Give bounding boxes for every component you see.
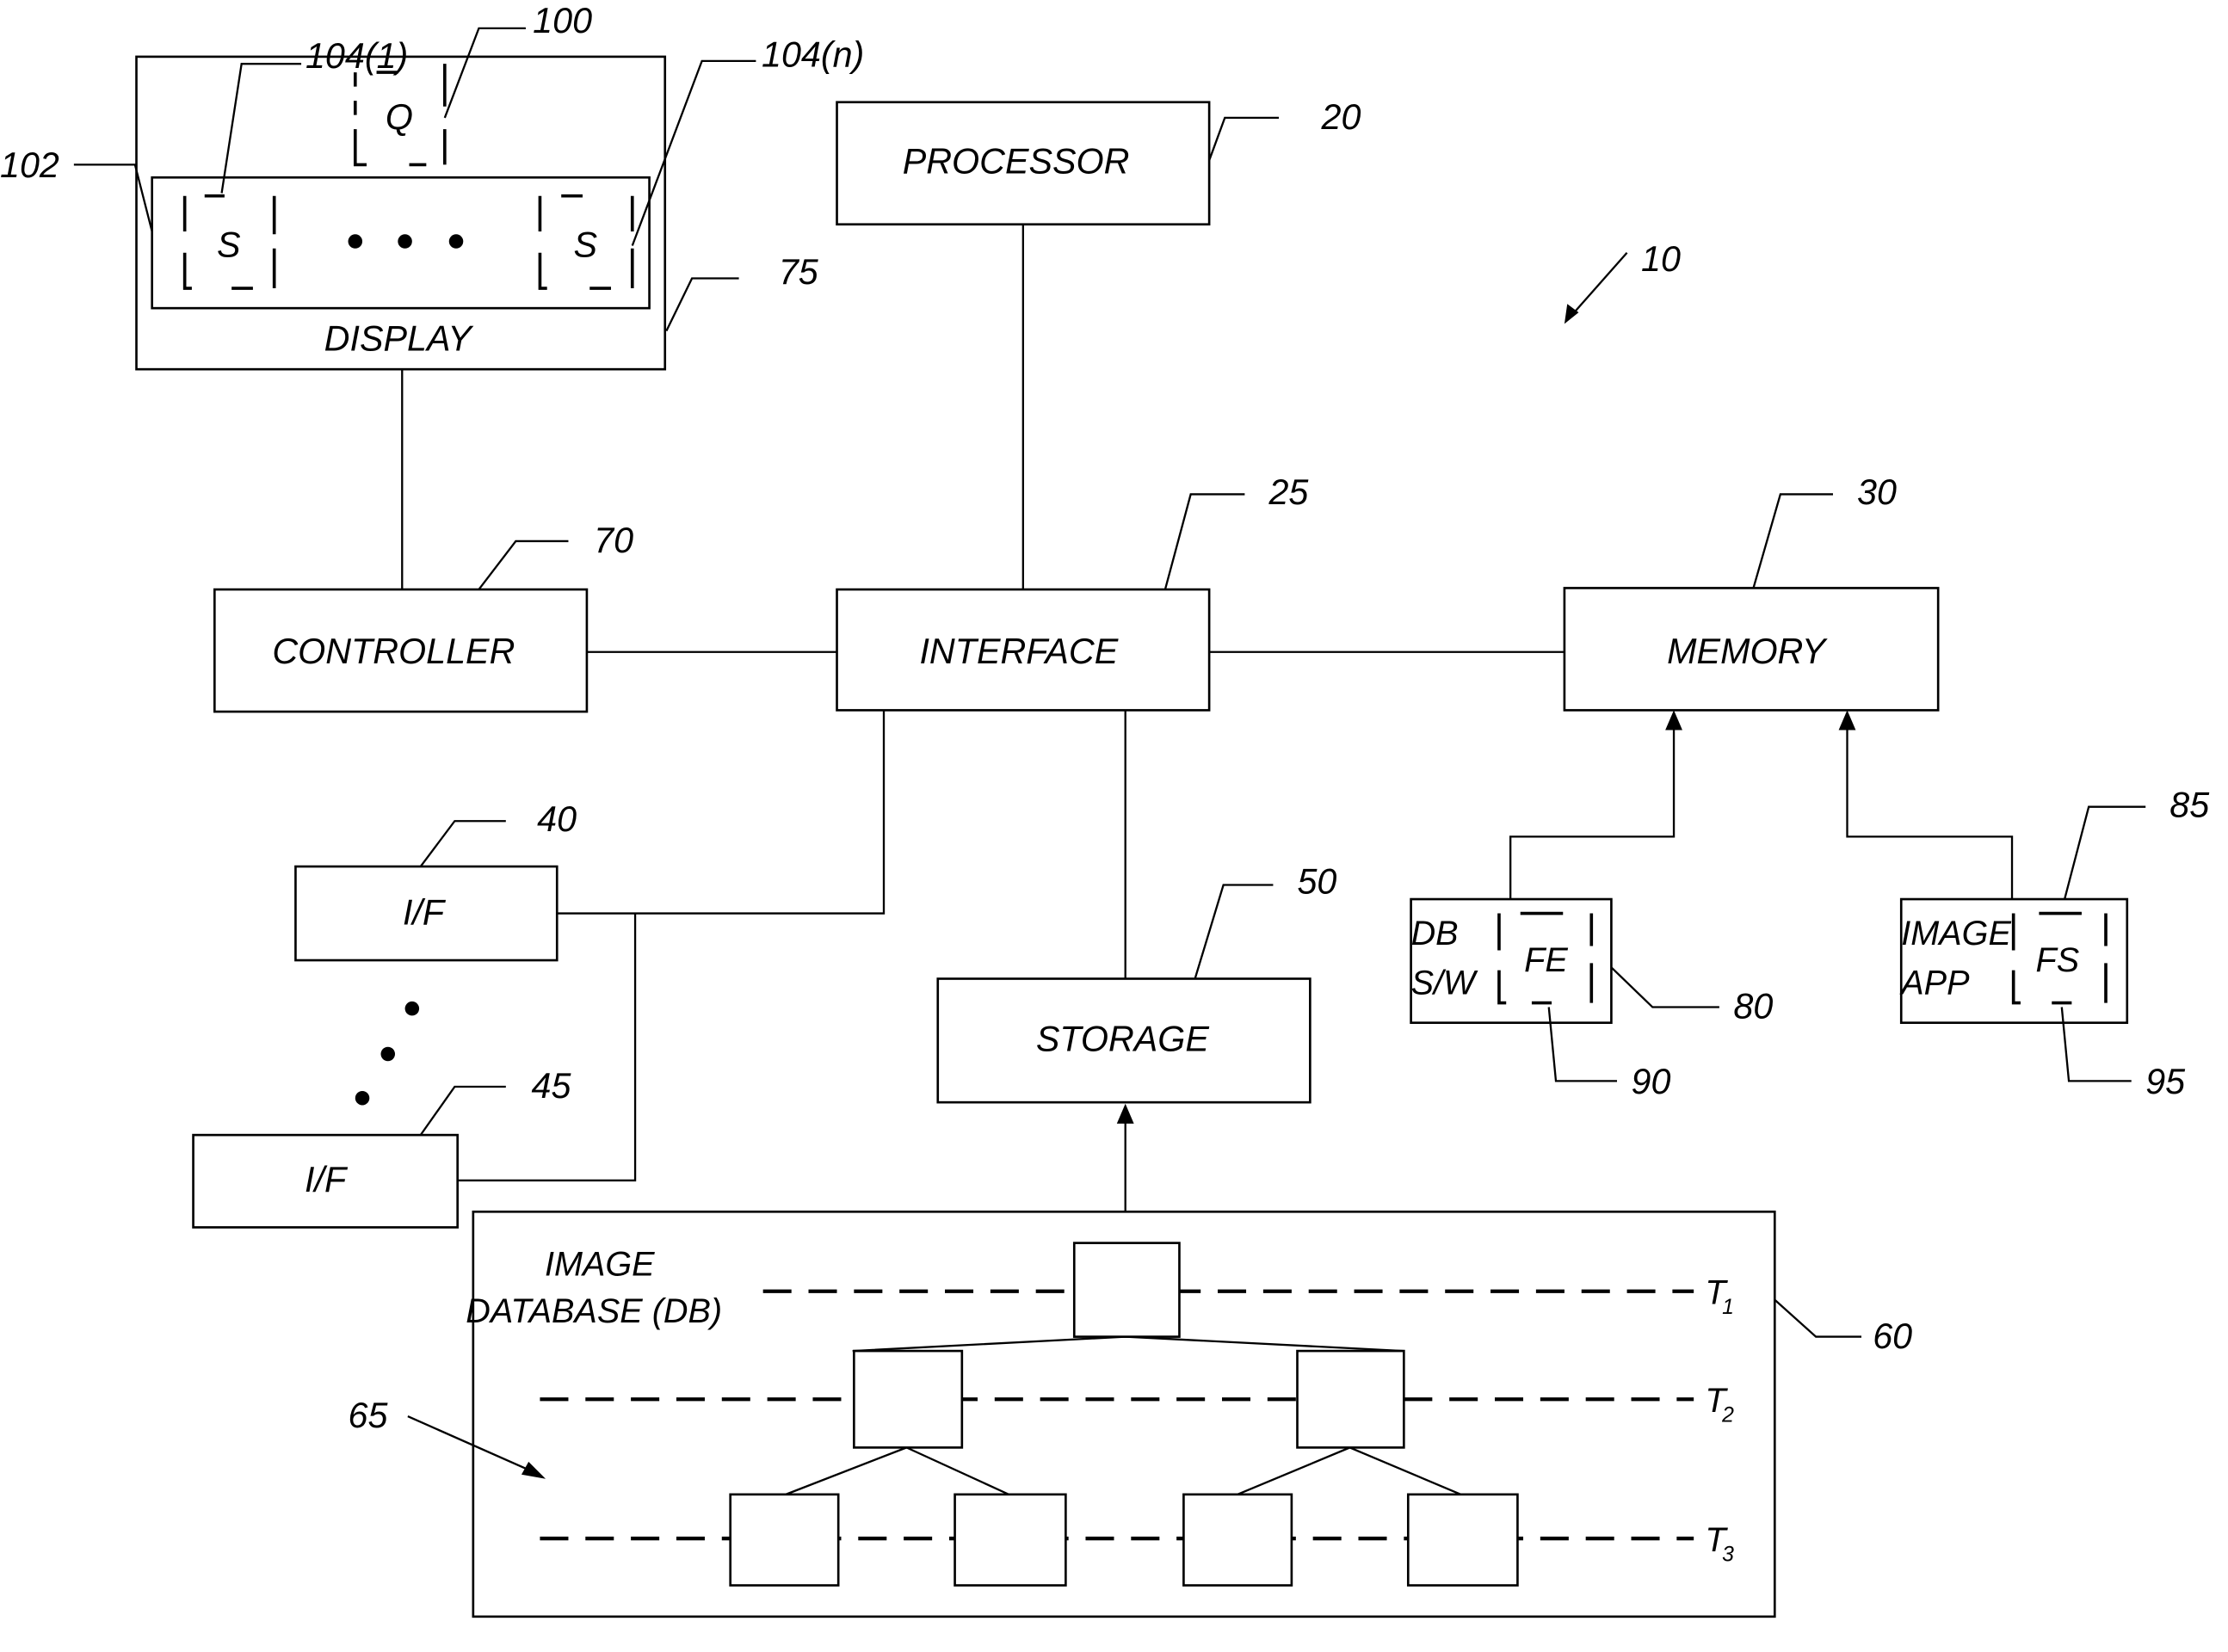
tree-node [853, 1349, 964, 1449]
ref-50: 50 [1297, 861, 1336, 901]
ref-85: 85 [2169, 785, 2210, 824]
imageapp-memory-link [1846, 725, 2014, 900]
tree-node [954, 1493, 1067, 1587]
controller-block: CONTROLLER [213, 588, 589, 713]
ellipsis-dot [380, 1046, 396, 1062]
tree-node [1296, 1349, 1405, 1449]
leader-45 [419, 1085, 506, 1136]
ref-10: 10 [1641, 239, 1681, 279]
ellipsis-dot [355, 1090, 370, 1106]
processor-label: PROCESSOR [903, 141, 1130, 181]
image-database-block: IMAGE DATABASE (DB) T1 T2 T3 [466, 1210, 1776, 1618]
image-app-block: IMAGE APP FS [1899, 897, 2129, 1025]
controller-label: CONTROLLER [272, 632, 515, 671]
fe-label: FE [1524, 941, 1568, 979]
if-block-40: I/F [294, 865, 559, 962]
ref-60: 60 [1873, 1316, 1912, 1356]
fs-label: FS [2036, 941, 2080, 979]
leader-80 [1610, 966, 1719, 1008]
display-block: Q S S DISPLAY [135, 55, 667, 371]
svg-text:3: 3 [1722, 1543, 1734, 1566]
if-block-45: I/F [192, 1133, 459, 1229]
tree-node [1406, 1493, 1519, 1587]
image-app-label-line2: APP [1899, 965, 1970, 1002]
tree-node [1182, 1493, 1293, 1587]
tree-node [729, 1493, 840, 1587]
leader-40 [419, 820, 506, 867]
system-arrowhead [1564, 304, 1579, 324]
memory-block: MEMORY [1563, 587, 1940, 712]
ellipsis-dot [348, 234, 363, 249]
storage-block: STORAGE [936, 977, 1311, 1104]
db-software-block: DB S/W FE [1410, 897, 1613, 1025]
interface-if-link [557, 710, 886, 915]
svg-text:1: 1 [1722, 1296, 1734, 1319]
ref-80: 80 [1733, 987, 1773, 1026]
ref-45: 45 [532, 1066, 572, 1106]
ellipsis-dot [398, 234, 412, 249]
ref-40: 40 [537, 799, 577, 839]
ref-104-n: 104(n) [762, 34, 864, 74]
leader-25 [1163, 493, 1245, 590]
display-label: DISPLAY [324, 319, 474, 359]
leader-75 [665, 277, 739, 332]
ref-70: 70 [594, 521, 633, 560]
ref-95: 95 [2145, 1062, 2186, 1101]
db-sw-label-line2: S/W [1411, 965, 1478, 1002]
query-label: Q [386, 97, 413, 137]
storage-arrowhead [1116, 1103, 1134, 1124]
db-sw-label-line1: DB [1411, 915, 1459, 952]
leader-30 [1752, 493, 1833, 589]
memory-arrowhead-2 [1838, 710, 1856, 730]
tree-node-root [1072, 1242, 1181, 1338]
leader-50 [1194, 884, 1274, 979]
leader-60 [1774, 1298, 1862, 1338]
system-block-diagram: Q S S DISPLAY 75 102 104(1) 100 104(n) P… [0, 1, 2210, 1618]
ref-30: 30 [1857, 472, 1897, 512]
leader-20 [1208, 116, 1280, 161]
ref-104-1: 104(1) [306, 36, 408, 76]
memory-arrowhead-1 [1665, 710, 1682, 730]
interface-label: INTERFACE [919, 632, 1118, 671]
system-arrow [1571, 251, 1628, 315]
interface-block: INTERFACE [836, 588, 1211, 712]
ref-90: 90 [1632, 1062, 1671, 1101]
last-item-label: S [574, 225, 598, 265]
ref-20: 20 [1321, 97, 1361, 137]
ellipsis-dot [404, 1001, 420, 1016]
ref-65: 65 [349, 1396, 389, 1435]
storage-label: STORAGE [1036, 1020, 1210, 1059]
ref-100: 100 [533, 1, 592, 40]
memory-label: MEMORY [1667, 632, 1828, 671]
first-item-label: S [217, 225, 241, 265]
leader-70 [478, 539, 569, 590]
svg-text:2: 2 [1721, 1404, 1734, 1427]
image-db-label-line1: IMAGE [545, 1246, 655, 1284]
image-db-label-line2: DATABASE (DB) [466, 1292, 722, 1330]
if-label-45: I/F [305, 1160, 349, 1199]
processor-block: PROCESSOR [836, 101, 1211, 226]
if-label-40: I/F [403, 893, 447, 933]
ellipsis-dot [448, 234, 464, 249]
leader-85 [2063, 805, 2146, 900]
image-app-label-line1: IMAGE [1901, 915, 2011, 952]
ref-25: 25 [1268, 472, 1309, 512]
ref-75: 75 [779, 252, 819, 292]
dbsw-memory-link [1509, 725, 1676, 900]
ref-102: 102 [0, 145, 59, 185]
